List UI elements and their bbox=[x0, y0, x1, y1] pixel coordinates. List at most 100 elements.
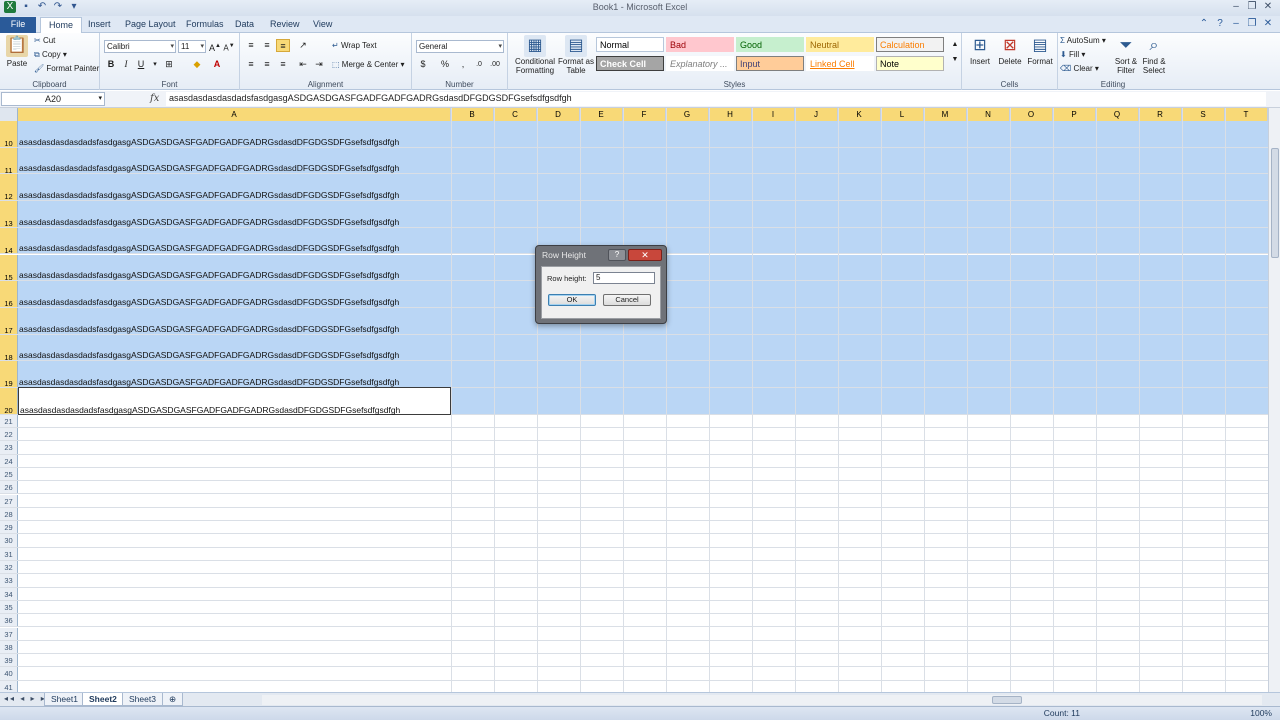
table-row[interactable]: 25 bbox=[0, 467, 1268, 482]
table-row[interactable]: 28 bbox=[0, 507, 1268, 522]
decrease-decimal-icon[interactable]: .00 bbox=[488, 58, 502, 71]
formula-input[interactable]: asasdasdasdasdadsfasdgasgASDGASDGASFGADF… bbox=[166, 92, 1266, 106]
row-header[interactable]: 27 bbox=[0, 494, 18, 507]
close-icon[interactable]: ✕ bbox=[1260, 0, 1276, 14]
table-row[interactable]: 18 asasdasdasdasdadsfasdgasgASDGASDGASFGA… bbox=[0, 334, 1268, 362]
find-select-button[interactable]: ⌕ Find & Select bbox=[1140, 35, 1168, 75]
row-header[interactable]: 37 bbox=[0, 627, 18, 640]
name-box[interactable]: A20 ▾ bbox=[1, 92, 105, 106]
table-row[interactable]: 34 bbox=[0, 587, 1268, 601]
row-header[interactable]: 10 bbox=[0, 121, 18, 148]
column-header-t[interactable]: T bbox=[1225, 108, 1268, 121]
row-header[interactable]: 25 bbox=[0, 467, 18, 481]
row-header[interactable]: 35 bbox=[0, 600, 18, 614]
style-cell-linked-cell[interactable]: Linked Cell bbox=[806, 56, 874, 71]
row-header[interactable]: 13 bbox=[0, 201, 18, 228]
format-as-table-button[interactable]: ▤ Format as Table bbox=[558, 35, 594, 75]
restore-icon[interactable]: ❐ bbox=[1244, 0, 1260, 14]
grow-font-button[interactable]: A▲ bbox=[208, 40, 222, 53]
row-header[interactable]: 21 bbox=[0, 414, 18, 427]
row-header[interactable]: 36 bbox=[0, 614, 18, 627]
row-header[interactable]: 12 bbox=[0, 174, 18, 201]
column-header-o[interactable]: O bbox=[1010, 108, 1053, 121]
help-button[interactable]: ? bbox=[608, 249, 626, 261]
column-header-f[interactable]: F bbox=[623, 108, 666, 121]
tab-review[interactable]: Review bbox=[262, 17, 308, 33]
style-cell-calculation[interactable]: Calculation bbox=[876, 37, 944, 52]
percent-button[interactable]: % bbox=[438, 58, 452, 71]
row-header[interactable]: 19 bbox=[0, 361, 18, 388]
row-header[interactable]: 18 bbox=[0, 334, 18, 362]
ribbon-collapse-icon[interactable]: ⌃ bbox=[1198, 17, 1210, 30]
table-row[interactable]: 31 bbox=[0, 547, 1268, 561]
dialog-close-button[interactable]: ✕ bbox=[628, 249, 662, 261]
table-row[interactable]: 27 bbox=[0, 494, 1268, 508]
row-header[interactable]: 11 bbox=[0, 147, 18, 175]
workbook-restore-icon[interactable]: ❐ bbox=[1246, 17, 1258, 30]
horizontal-scrollbar[interactable] bbox=[262, 695, 1262, 705]
table-row[interactable]: 39 bbox=[0, 654, 1268, 668]
sort-filter-button[interactable]: ⏷ Sort & Filter bbox=[1112, 35, 1140, 75]
cell-a[interactable]: asasdasdasdasdadsfasdgasgASDGASDGASFGADF… bbox=[18, 216, 399, 228]
row-header[interactable]: 32 bbox=[0, 561, 18, 574]
fill-color-icon[interactable]: ◆ bbox=[190, 58, 204, 71]
row-header[interactable]: 30 bbox=[0, 534, 18, 547]
currency-button[interactable]: $ bbox=[416, 58, 430, 71]
workbook-minimize-icon[interactable]: – bbox=[1230, 17, 1242, 30]
underline-button[interactable]: U bbox=[134, 58, 148, 71]
row-header[interactable]: 29 bbox=[0, 521, 18, 534]
tab-file[interactable]: File bbox=[0, 17, 36, 33]
row-header[interactable]: 14 bbox=[0, 227, 18, 255]
column-header-r[interactable]: R bbox=[1139, 108, 1182, 121]
column-header-e[interactable]: E bbox=[580, 108, 623, 121]
format-cells-button[interactable]: ▤ Format bbox=[1026, 35, 1054, 66]
row-header[interactable]: 41 bbox=[0, 680, 18, 692]
number-format-select[interactable]: General ▾ bbox=[416, 40, 504, 53]
shrink-font-button[interactable]: A▼ bbox=[222, 40, 236, 53]
column-header-a[interactable]: A bbox=[18, 108, 451, 121]
cell-a[interactable]: asasdasdasdasdadsfasdgasgASDGASDGASFGADF… bbox=[18, 136, 399, 148]
insert-sheet-button[interactable]: ⊕ bbox=[162, 693, 184, 706]
row-header[interactable]: 33 bbox=[0, 574, 18, 587]
row-header[interactable]: 20 bbox=[0, 388, 18, 415]
cell-a[interactable]: asasdasdasdasdadsfasdgasgASDGASDGASFGADF… bbox=[18, 189, 399, 201]
wrap-text-button[interactable]: ↵ Wrap Text bbox=[332, 41, 377, 50]
cancel-button[interactable]: Cancel bbox=[603, 294, 651, 306]
style-cell-good[interactable]: Good bbox=[736, 37, 804, 52]
column-header-b[interactable]: B bbox=[451, 108, 494, 121]
row-header[interactable]: 23 bbox=[0, 441, 18, 454]
minimize-icon[interactable]: – bbox=[1228, 0, 1244, 14]
column-header-d[interactable]: D bbox=[537, 108, 580, 121]
column-header-q[interactable]: Q bbox=[1096, 108, 1139, 121]
table-row[interactable]: 10 asasdasdasdasdadsfasdgasgASDGASDGASFGA… bbox=[0, 121, 1268, 148]
column-header-i[interactable]: I bbox=[752, 108, 795, 121]
column-header-c[interactable]: C bbox=[494, 108, 537, 121]
cell-a[interactable]: asasdasdasdasdadsfasdgasgASDGASDGASFGADF… bbox=[18, 323, 399, 335]
cell-a[interactable]: asasdasdasdasdadsfasdgasgASDGASDGASFGADF… bbox=[18, 296, 399, 308]
ok-button[interactable]: OK bbox=[548, 294, 596, 306]
row-header[interactable]: 16 bbox=[0, 281, 18, 308]
gallery-scroll-down-icon[interactable]: ▼ bbox=[948, 53, 962, 66]
table-row[interactable]: 26 bbox=[0, 481, 1268, 495]
style-cell-note[interactable]: Note bbox=[876, 56, 944, 71]
align-bottom-icon[interactable]: ≡ bbox=[276, 39, 290, 52]
borders-icon[interactable]: ⊞ bbox=[162, 58, 176, 71]
increase-decimal-icon[interactable]: .0 bbox=[472, 58, 486, 71]
tab-view[interactable]: View bbox=[305, 17, 340, 33]
align-right-icon[interactable]: ≡ bbox=[276, 58, 290, 71]
zoom-level[interactable]: 100% bbox=[1250, 708, 1272, 718]
align-top-icon[interactable]: ≡ bbox=[244, 39, 258, 52]
table-row[interactable]: 23 bbox=[0, 441, 1268, 455]
vertical-scroll-thumb[interactable] bbox=[1271, 148, 1279, 258]
row-header[interactable]: 31 bbox=[0, 547, 18, 560]
column-header-k[interactable]: K bbox=[838, 108, 881, 121]
row-header[interactable]: 26 bbox=[0, 481, 18, 494]
row-header[interactable]: 39 bbox=[0, 654, 18, 667]
tab-home[interactable]: Home bbox=[40, 17, 83, 33]
bold-button[interactable]: B bbox=[104, 58, 118, 71]
cell-a[interactable]: asasdasdasdasdadsfasdgasgASDGASDGASFGADF… bbox=[18, 269, 399, 281]
sheet-tab-3[interactable]: Sheet3 bbox=[122, 693, 163, 706]
table-row[interactable]: 30 bbox=[0, 534, 1268, 548]
orientation-icon[interactable]: ↗ bbox=[296, 39, 310, 52]
merge-center-button[interactable]: ⬚ Merge & Center ▾ bbox=[332, 60, 405, 69]
